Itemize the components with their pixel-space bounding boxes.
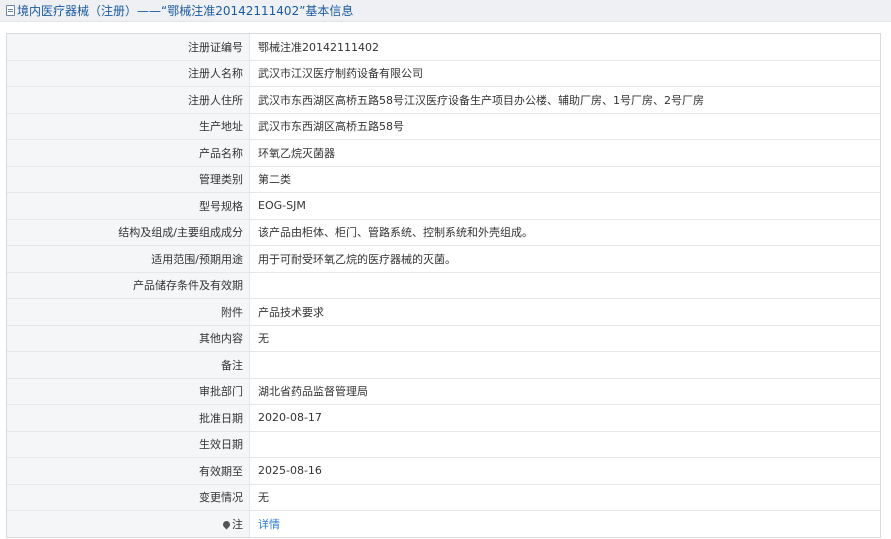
- info-table: 注册证编号 鄂械注准20142111402 注册人名称 武汉市江汉医疗制药设备有限公司…: [7, 34, 880, 537]
- table-row: 产品储存条件及有效期: [7, 272, 880, 299]
- table-row: 结构及组成/主要组成成分 该产品由柜体、柜门、管路系统、控制系统和外壳组成。: [7, 219, 880, 246]
- field-value: [249, 431, 880, 458]
- table-row: 注册证编号 鄂械注准20142111402: [7, 34, 880, 61]
- field-label: 注册人名称: [7, 60, 250, 87]
- field-label: 有效期至: [7, 457, 250, 485]
- field-value: [249, 272, 880, 299]
- field-value: 鄂械注准20142111402: [249, 34, 880, 61]
- details-link[interactable]: 详情: [258, 518, 280, 531]
- field-value: 无: [249, 484, 880, 511]
- field-label: 产品储存条件及有效期: [7, 272, 250, 299]
- field-label: 其他内容: [7, 325, 250, 352]
- field-value: 武汉市东西湖区高桥五路58号: [249, 113, 880, 140]
- note-label: 注: [232, 517, 243, 531]
- document-icon: [6, 5, 15, 16]
- field-value: 2025-08-16: [249, 457, 880, 485]
- table-row: 注册人住所 武汉市东西湖区高桥五路58号江汉医疗设备生产项目办公楼、辅助厂房、1号…: [7, 86, 880, 114]
- table-row: 注册人名称 武汉市江汉医疗制药设备有限公司: [7, 60, 880, 87]
- field-value: EOG-SJM: [249, 192, 880, 220]
- field-label: 审批部门: [7, 378, 250, 405]
- field-value: 用于可耐受环氧乙烷的医疗器械的灭菌。: [249, 245, 880, 273]
- field-label: 生产地址: [7, 113, 250, 140]
- note-label-cell: 注: [7, 510, 250, 537]
- note-value-cell: 详情: [250, 511, 881, 537]
- field-label: 产品名称: [7, 139, 250, 167]
- field-value: 2020-08-17: [249, 404, 880, 432]
- table-row: 附件 产品技术要求: [7, 298, 880, 326]
- field-value: 湖北省药品监督管理局: [249, 378, 880, 405]
- table-row: 备注: [7, 351, 880, 379]
- field-label: 管理类别: [7, 166, 250, 193]
- page-title-bar: 境内医疗器械（注册）——“鄂械注准20142111402”基本信息: [0, 0, 891, 22]
- field-value: 产品技术要求: [249, 298, 880, 326]
- page-title: 境内医疗器械（注册）——“鄂械注准20142111402”基本信息: [17, 4, 354, 18]
- table-row: 审批部门 湖北省药品监督管理局: [7, 378, 880, 405]
- field-label: 型号规格: [7, 192, 250, 220]
- info-panel: 注册证编号 鄂械注准20142111402 注册人名称 武汉市江汉医疗制药设备有限公司…: [6, 33, 881, 538]
- table-row: 产品名称 环氧乙烷灭菌器: [7, 139, 880, 167]
- table-row: 适用范围/预期用途 用于可耐受环氧乙烷的医疗器械的灭菌。: [7, 245, 880, 273]
- field-value: 无: [249, 325, 880, 352]
- table-row: 管理类别 第二类: [7, 166, 880, 193]
- field-value: 第二类: [249, 166, 880, 193]
- field-label: 生效日期: [7, 431, 250, 458]
- table-row: 型号规格 EOG-SJM: [7, 192, 880, 220]
- field-label: 批准日期: [7, 404, 250, 432]
- field-value: 武汉市江汉医疗制药设备有限公司: [249, 60, 880, 87]
- field-label: 注册证编号: [7, 34, 250, 61]
- field-value: 环氧乙烷灭菌器: [249, 139, 880, 167]
- pin-icon: [221, 519, 232, 530]
- field-value: 该产品由柜体、柜门、管路系统、控制系统和外壳组成。: [249, 219, 880, 246]
- field-label: 备注: [7, 351, 250, 379]
- field-value: 武汉市东西湖区高桥五路58号江汉医疗设备生产项目办公楼、辅助厂房、1号厂房、2号…: [249, 86, 880, 114]
- field-label: 附件: [7, 298, 250, 326]
- table-row: 批准日期 2020-08-17: [7, 404, 880, 432]
- field-label: 变更情况: [7, 484, 250, 511]
- table-row: 生产地址 武汉市东西湖区高桥五路58号: [7, 113, 880, 140]
- field-label: 适用范围/预期用途: [7, 245, 250, 273]
- field-label: 结构及组成/主要组成成分: [7, 219, 250, 246]
- table-row: 其他内容无: [7, 325, 880, 352]
- field-value: [249, 351, 880, 379]
- table-row: 变更情况无: [7, 484, 880, 511]
- table-row: 有效期至 2025-08-16: [7, 457, 880, 485]
- table-row: 生效日期: [7, 431, 880, 458]
- field-label: 注册人住所: [7, 86, 250, 114]
- table-row-note: 注 详情: [7, 510, 881, 537]
